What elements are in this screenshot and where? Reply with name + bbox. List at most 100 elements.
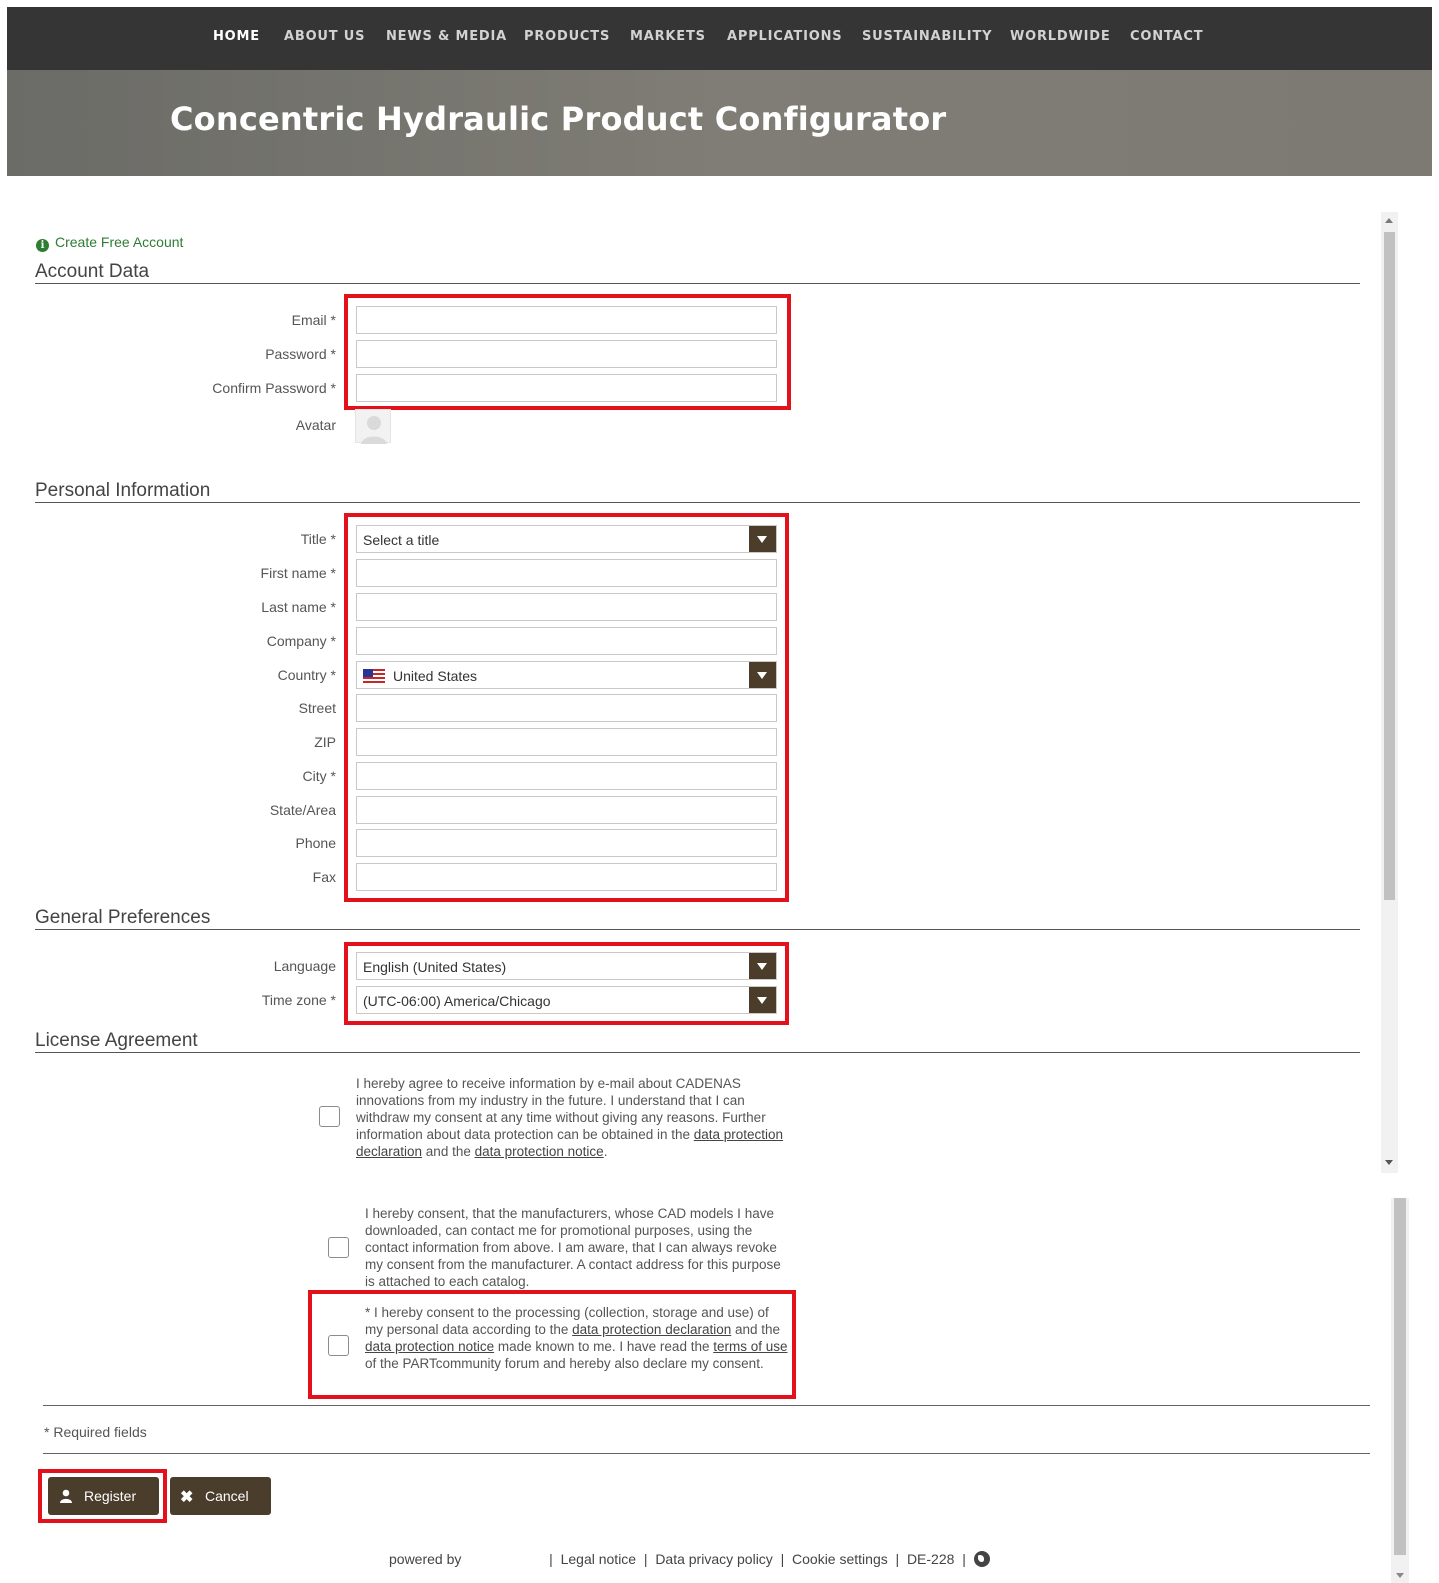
cancel-button[interactable]: ✖ Cancel (170, 1477, 271, 1515)
country-select-value: United States (393, 668, 478, 684)
powered-by-text: powered by (389, 1551, 462, 1567)
timezone-select-value: (UTC-06:00) America/Chicago (363, 993, 551, 1009)
scroll-up-arrow-icon[interactable] (1385, 218, 1393, 223)
section-divider (35, 1052, 1360, 1053)
state-label: State/Area (269, 802, 336, 818)
us-flag-icon (363, 669, 385, 683)
language-select[interactable]: English (United States) (356, 952, 777, 980)
legal-notice-link[interactable]: Legal notice (561, 1551, 637, 1567)
divider (43, 1453, 1370, 1454)
page-scrollbar-thumb[interactable] (1394, 1198, 1406, 1555)
page-banner: Concentric Hydraulic Product Configurato… (7, 70, 1432, 176)
title-select[interactable]: Select a title (356, 525, 777, 553)
street-label: Street (298, 700, 336, 716)
confirm-password-field[interactable] (356, 374, 777, 402)
street-field[interactable] (356, 694, 777, 722)
section-account-data: Account Data (35, 261, 150, 282)
top-navigation: HOME ABOUT US NEWS & MEDIA PRODUCTS MARK… (7, 7, 1432, 70)
password-field[interactable] (356, 340, 777, 368)
required-fields-note: * Required fields (44, 1424, 147, 1440)
page-scroll-down-arrow-icon[interactable] (1396, 1573, 1404, 1578)
section-general-preferences: General Preferences (35, 907, 211, 928)
timezone-label: Time zone * (261, 992, 336, 1008)
state-field[interactable] (356, 796, 777, 824)
country-dropdown-button[interactable] (749, 662, 776, 688)
nav-home[interactable]: HOME (213, 29, 260, 44)
avatar-placeholder-icon (361, 416, 387, 444)
last-name-label: Last name * (261, 599, 336, 615)
phone-field[interactable] (356, 829, 777, 857)
footer: powered by | Legal notice | Data privacy… (389, 1551, 990, 1567)
first-name-label: First name * (260, 565, 336, 581)
section-personal-information: Personal Information (35, 480, 211, 501)
nav-markets[interactable]: MARKETS (630, 29, 706, 44)
avatar-label: Avatar (295, 417, 336, 433)
phone-label: Phone (295, 835, 336, 851)
nav-contact[interactable]: CONTACT (1130, 29, 1203, 44)
user-icon (60, 1489, 72, 1503)
form-scrollbar[interactable] (1381, 212, 1398, 1173)
language-dropdown-button[interactable] (749, 953, 776, 979)
nav-worldwide[interactable]: WORLDWIDE (1010, 29, 1111, 44)
data-protection-notice-link[interactable]: data protection notice (475, 1144, 604, 1159)
nav-about-us[interactable]: ABOUT US (284, 29, 365, 44)
newsletter-consent-text: I hereby agree to receive information by… (356, 1076, 784, 1159)
section-license-agreement: License Agreement (35, 1030, 198, 1051)
password-label: Password * (265, 346, 336, 362)
data-privacy-policy-link[interactable]: Data privacy policy (655, 1551, 773, 1567)
data-protection-notice-link[interactable]: data protection notice (365, 1339, 494, 1354)
language-label: Language (273, 958, 336, 974)
create-account-link[interactable]: i Create Free Account (36, 234, 183, 252)
zip-field[interactable] (356, 728, 777, 756)
globe-icon[interactable] (973, 1551, 990, 1567)
manufacturer-contact-checkbox[interactable] (328, 1237, 349, 1258)
page-scrollbar[interactable] (1391, 1198, 1409, 1583)
city-field[interactable] (356, 762, 777, 790)
fax-label: Fax (312, 869, 336, 885)
fax-field[interactable] (356, 863, 777, 891)
country-label: Country * (277, 667, 336, 683)
divider (43, 1405, 1370, 1406)
confirm-password-label: Confirm Password * (212, 380, 336, 396)
company-label: Company * (266, 633, 336, 649)
page-title: Concentric Hydraulic Product Configurato… (170, 100, 947, 138)
country-select[interactable]: United States (356, 661, 777, 689)
nav-sustainability[interactable]: SUSTAINABILITY (862, 29, 992, 44)
cancel-button-label: Cancel (205, 1488, 249, 1504)
timezone-select[interactable]: (UTC-06:00) America/Chicago (356, 986, 777, 1014)
language-select-value: English (United States) (363, 959, 507, 975)
nav-applications[interactable]: APPLICATIONS (727, 29, 842, 44)
last-name-field[interactable] (356, 593, 777, 621)
chevron-down-icon (757, 536, 767, 543)
register-button[interactable]: Register (48, 1477, 159, 1515)
create-account-label: Create Free Account (55, 234, 184, 250)
server-id: DE-228 (906, 1551, 955, 1567)
register-button-label: Register (84, 1488, 137, 1504)
info-icon: i (36, 239, 49, 252)
company-field[interactable] (356, 627, 777, 655)
newsletter-consent-checkbox[interactable] (319, 1106, 340, 1127)
terms-of-use-link[interactable]: terms of use (713, 1339, 787, 1354)
email-field[interactable] (356, 306, 777, 334)
nav-products[interactable]: PRODUCTS (524, 29, 610, 44)
scrollbar-thumb[interactable] (1384, 232, 1395, 900)
privacy-consent-text: * I hereby consent to the processing (co… (365, 1305, 788, 1371)
nav-news-media[interactable]: NEWS & MEDIA (386, 29, 507, 44)
section-divider (35, 502, 1360, 503)
chevron-down-icon (757, 963, 767, 970)
manufacturer-contact-text: I hereby consent, that the manufacturers… (365, 1206, 781, 1289)
first-name-field[interactable] (356, 559, 777, 587)
cookie-settings-link[interactable]: Cookie settings (792, 1551, 888, 1567)
chevron-down-icon (757, 672, 767, 679)
city-label: City * (302, 768, 336, 784)
avatar[interactable] (355, 409, 391, 444)
privacy-consent-checkbox[interactable] (328, 1335, 349, 1356)
title-label: Title * (300, 531, 336, 547)
timezone-dropdown-button[interactable] (749, 987, 776, 1013)
zip-label: ZIP (314, 734, 336, 750)
scroll-down-arrow-icon[interactable] (1385, 1160, 1393, 1165)
title-dropdown-button[interactable] (749, 526, 776, 552)
section-divider (35, 929, 1360, 930)
email-label: Email * (291, 312, 336, 328)
data-protection-declaration-link[interactable]: data protection declaration (572, 1322, 731, 1337)
